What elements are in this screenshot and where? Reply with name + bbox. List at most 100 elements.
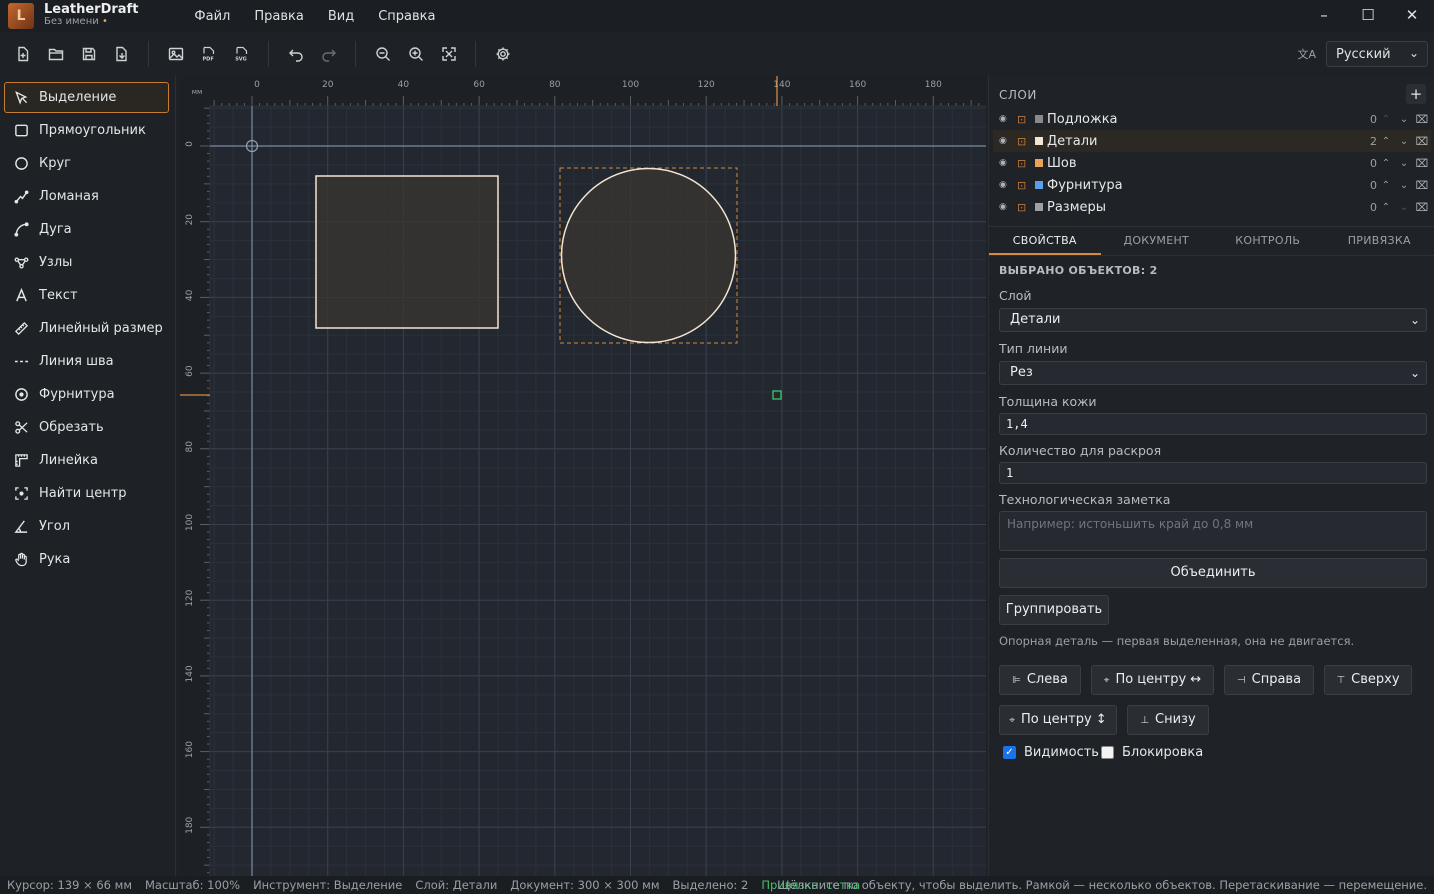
tool-arc[interactable]: Дуга <box>4 214 169 245</box>
eye-icon[interactable]: ◉ <box>999 114 1017 124</box>
lock-open-icon[interactable]: ⊡ <box>1017 201 1035 214</box>
tab-document[interactable]: ДОКУМЕНТ <box>1101 227 1213 255</box>
settings-button[interactable] <box>486 39 519 69</box>
leather-part-rectangle[interactable] <box>315 175 499 329</box>
trash-icon[interactable]: ⌧ <box>1413 179 1431 192</box>
add-layer-button[interactable]: + <box>1406 84 1426 104</box>
menu-file[interactable]: Файл <box>182 9 242 24</box>
minimize-button[interactable]: – <box>1302 0 1346 30</box>
tab-properties[interactable]: СВОЙСТВА <box>989 227 1101 255</box>
trash-icon[interactable]: ⌧ <box>1413 135 1431 148</box>
quantity-label: Количество для раскроя <box>999 443 1162 458</box>
checkbox-checked-icon: ✓ <box>1003 746 1016 759</box>
move-layer-up-icon[interactable]: ⌃ <box>1377 136 1395 147</box>
leather-part-circle[interactable] <box>560 167 737 344</box>
tool-label: Ломаная <box>39 189 99 204</box>
tool-angle[interactable]: Угол <box>4 511 169 542</box>
eye-icon[interactable]: ◉ <box>999 180 1017 190</box>
align-center-v-icon: ⌖ <box>1009 715 1015 726</box>
move-layer-down-icon[interactable]: ⌄ <box>1395 180 1413 191</box>
drawing-canvas[interactable]: 0 20 40 60 80 100 120 140 160 180 0 20 40 60 80 100 120… <box>180 76 986 876</box>
canvas-svg[interactable]: 0 20 40 60 80 100 120 140 160 180 0 20 40 60 80 100 120… <box>180 76 986 876</box>
save-as-button[interactable] <box>105 39 138 69</box>
tool-hardware[interactable]: Фурнитура <box>4 379 169 410</box>
tool-text[interactable]: Текст <box>4 280 169 311</box>
trash-icon[interactable]: ⌧ <box>1413 201 1431 214</box>
align-center-h-button[interactable]: ⌖ По центру ↔ <box>1091 665 1214 695</box>
align-right-button[interactable]: ⊣ Справа <box>1224 665 1314 695</box>
tool-linear-dimension[interactable]: Линейный размер <box>4 313 169 344</box>
visibility-checkbox[interactable]: ✓ Видимость <box>1003 745 1099 760</box>
lock-open-icon[interactable]: ⊡ <box>1017 179 1035 192</box>
align-top-button[interactable]: ⊤ Сверху <box>1324 665 1412 695</box>
move-layer-down-icon[interactable]: ⌄ <box>1395 202 1413 213</box>
lock-open-icon[interactable]: ⊡ <box>1017 135 1035 148</box>
layer-row[interactable]: ◉ ⊡ Шов 0 ⌃ ⌄ ⌧ <box>993 152 1431 174</box>
undo-button[interactable] <box>279 39 312 69</box>
menu-edit[interactable]: Правка <box>242 9 315 24</box>
eye-icon[interactable]: ◉ <box>999 202 1017 212</box>
layer-row[interactable]: ◉ ⊡ Детали 2 ⌃ ⌄ ⌧ <box>993 130 1431 152</box>
lock-open-icon[interactable]: ⊡ <box>1017 113 1035 126</box>
menu-help[interactable]: Справка <box>366 9 447 24</box>
move-layer-up-icon[interactable]: ⌃ <box>1377 114 1395 125</box>
align-center-v-button[interactable]: ⌖ По центру ↕ <box>999 705 1117 735</box>
move-layer-down-icon[interactable]: ⌄ <box>1395 114 1413 125</box>
export-svg-button[interactable]: SVG <box>225 39 258 69</box>
layer-row[interactable]: ◉ ⊡ Размеры 0 ⌃ ⌄ ⌧ <box>993 196 1431 218</box>
tool-ruler[interactable]: Линейка <box>4 445 169 476</box>
tool-find-center[interactable]: Найти центр <box>4 478 169 509</box>
tool-rectangle[interactable]: Прямоугольник <box>4 115 169 146</box>
tool-select[interactable]: Выделение <box>4 82 169 113</box>
merge-button[interactable]: Объединить <box>999 558 1427 588</box>
lock-checkbox[interactable]: Блокировка <box>1101 745 1203 760</box>
ruler-tick-label: 40 <box>185 289 195 301</box>
align-left-button[interactable]: ⊫ Слева <box>999 665 1081 695</box>
line-type-select[interactable]: Рез ⌄ <box>999 361 1427 385</box>
language-select[interactable]: Русский ⌄ <box>1326 41 1428 67</box>
save-button[interactable] <box>72 39 105 69</box>
tool-polyline[interactable]: Ломаная <box>4 181 169 212</box>
trash-icon[interactable]: ⌧ <box>1413 113 1431 126</box>
tool-nodes[interactable]: Узлы <box>4 247 169 278</box>
menu-view[interactable]: Вид <box>316 9 366 24</box>
eye-icon[interactable]: ◉ <box>999 136 1017 146</box>
close-button[interactable]: ✕ <box>1390 0 1434 30</box>
layer-row[interactable]: ◉ ⊡ Фурнитура 0 ⌃ ⌄ ⌧ <box>993 174 1431 196</box>
selected-count: ВЫБРАНО ОБЪЕКТОВ: 2 <box>999 264 1158 277</box>
language-selector-wrap: 文A Русский ⌄ <box>1297 41 1428 67</box>
tool-seam-line[interactable]: Линия шва <box>4 346 169 377</box>
save-icon <box>82 47 95 61</box>
thickness-input[interactable]: 1,4 <box>999 413 1427 435</box>
tool-circle[interactable]: Круг <box>4 148 169 179</box>
export-pdf-button[interactable]: PDF <box>192 39 225 69</box>
open-file-button[interactable] <box>39 39 72 69</box>
layer-row[interactable]: ◉ ⊡ Подложка 0 ⌃ ⌄ ⌧ <box>993 108 1431 130</box>
lock-open-icon[interactable]: ⊡ <box>1017 157 1035 170</box>
group-button[interactable]: Группировать <box>999 595 1109 625</box>
tab-snapping[interactable]: ПРИВЯЗКА <box>1324 227 1434 255</box>
align-bottom-button[interactable]: ⊥ Снизу <box>1127 705 1209 735</box>
zoom-out-button[interactable] <box>366 39 399 69</box>
export-image-button[interactable] <box>159 39 192 69</box>
trash-icon[interactable]: ⌧ <box>1413 157 1431 170</box>
redo-button[interactable] <box>312 39 345 69</box>
quantity-input[interactable]: 1 <box>999 462 1427 484</box>
tab-control[interactable]: КОНТРОЛЬ <box>1212 227 1324 255</box>
move-layer-up-icon[interactable]: ⌃ <box>1377 180 1395 191</box>
note-textarea[interactable]: Например: истоньшить край до 0,8 мм <box>999 511 1427 551</box>
move-layer-up-icon[interactable]: ⌃ <box>1377 158 1395 169</box>
move-layer-down-icon[interactable]: ⌄ <box>1395 158 1413 169</box>
new-file-button[interactable] <box>6 39 39 69</box>
move-layer-up-icon[interactable]: ⌃ <box>1377 202 1395 213</box>
move-layer-down-icon[interactable]: ⌄ <box>1395 136 1413 147</box>
layer-select[interactable]: Детали ⌄ <box>999 308 1427 332</box>
tool-trim[interactable]: Обрезать <box>4 412 169 443</box>
save-as-icon <box>115 46 127 62</box>
tool-hand[interactable]: Рука <box>4 544 169 575</box>
zoom-in-button[interactable] <box>399 39 432 69</box>
eye-icon[interactable]: ◉ <box>999 158 1017 168</box>
title-bar: L LeatherDraft Без имени • Файл Правка В… <box>0 0 1434 32</box>
maximize-button[interactable]: ☐ <box>1346 0 1390 30</box>
fit-view-button[interactable] <box>432 39 465 69</box>
